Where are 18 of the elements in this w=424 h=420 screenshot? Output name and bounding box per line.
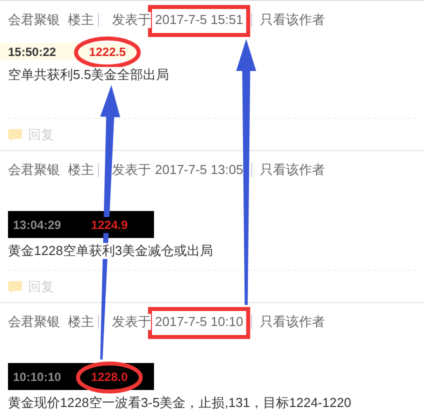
- posted-label: 发表于: [112, 162, 151, 178]
- role-label: 楼主: [68, 12, 94, 28]
- post-text: 空单共获利5.5美金全部出局: [8, 67, 170, 83]
- author-only-link[interactable]: 只看该作者: [260, 314, 326, 330]
- post-text: 黄金现价1228空一波看3-5美金，止损,131，目标1224-1220: [8, 395, 352, 411]
- author-name[interactable]: 会君聚银: [8, 12, 60, 28]
- posted-label: 发表于: [112, 314, 151, 330]
- role-label: 楼主: [68, 162, 94, 178]
- author-name[interactable]: 会君聚银: [8, 314, 60, 330]
- author-only-link[interactable]: 只看该作者: [260, 162, 326, 178]
- role-label: 楼主: [68, 314, 94, 330]
- speech-bubble-icon: [8, 129, 22, 141]
- post-text: 黄金1228空单获利3美金减仓或出局: [8, 243, 214, 259]
- quote-price: 1224.9: [91, 216, 128, 232]
- author-name[interactable]: 会君聚银: [8, 162, 60, 178]
- posted-label: 发表于: [112, 12, 151, 28]
- author-only-link[interactable]: 只看该作者: [260, 12, 326, 28]
- speech-bubble-icon: [8, 281, 22, 293]
